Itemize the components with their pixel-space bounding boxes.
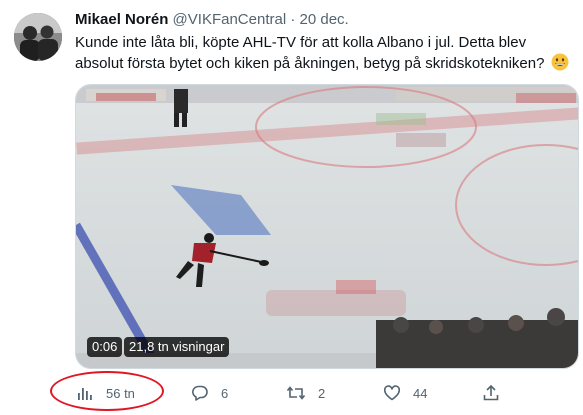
avatar[interactable]	[14, 13, 62, 61]
separator-dot: ·	[290, 11, 296, 28]
red-highlight-circle	[50, 371, 164, 411]
tweet-text-block: Kunde inte låta bli, köpte AHL-TV för at…	[75, 33, 575, 77]
heart-icon	[383, 385, 401, 401]
author-name[interactable]: Mikael Norén	[75, 11, 168, 28]
reply-count: 6	[221, 385, 229, 401]
grinning-face-emoji	[551, 53, 569, 77]
author-handle[interactable]: @VIKFanCentral	[173, 11, 287, 28]
retweet-button[interactable]: 2	[286, 380, 325, 406]
retweet-icon	[286, 386, 306, 400]
tweet-text: Kunde inte låta bli, köpte AHL-TV för at…	[75, 34, 545, 72]
video-player[interactable]	[75, 84, 579, 369]
like-count: 44	[413, 385, 428, 401]
video-time: 0:06	[87, 337, 123, 357]
share-button[interactable]	[482, 380, 500, 406]
hockey-video-frame	[76, 85, 578, 368]
reply-button[interactable]: 6	[191, 380, 228, 406]
reply-icon	[192, 385, 208, 401]
share-icon	[483, 384, 499, 401]
like-button[interactable]: 44	[383, 380, 427, 406]
retweet-count: 2	[318, 385, 326, 401]
video-view-count: 21,8 tn visningar	[124, 337, 230, 357]
tweet-date[interactable]: 20 dec.	[300, 11, 349, 28]
tweet-header: Mikael Norén @VIKFanCentral · 20 dec.	[75, 10, 575, 30]
